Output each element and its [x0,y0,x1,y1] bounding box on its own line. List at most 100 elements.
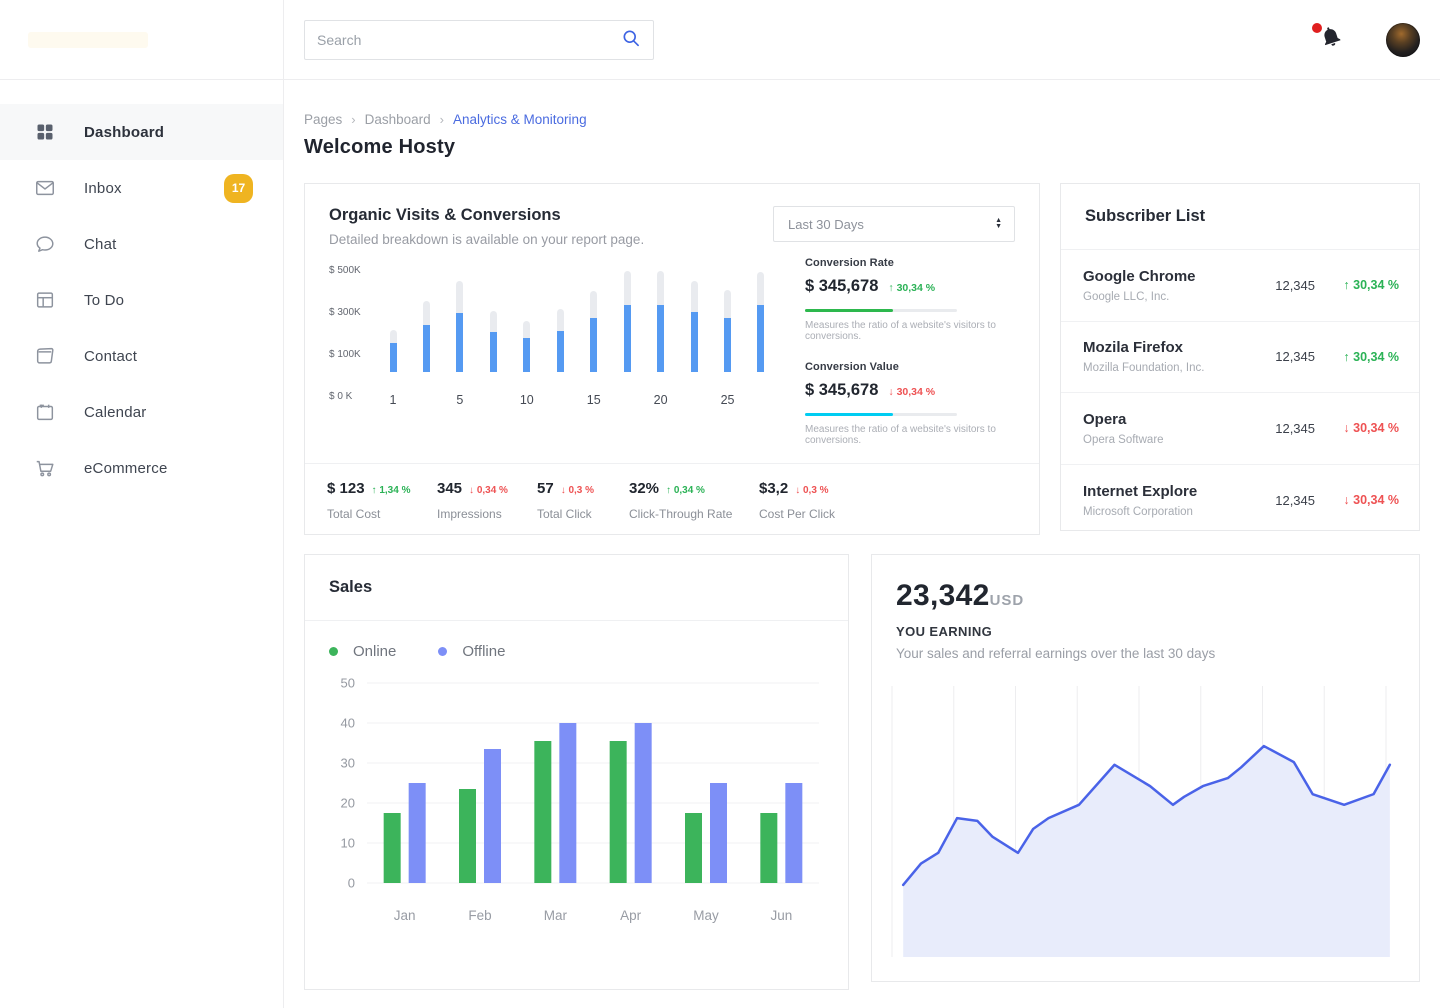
breadcrumb-item-pages[interactable]: Pages [304,112,342,127]
conversions-bar-fill [423,325,430,372]
organic-stats-row: $ 123↑ 1,34 %Total Cost345↓ 0,34 %Impres… [305,463,1039,521]
bar-slot [757,272,765,372]
stat-delta: ↓ 0,3 % [795,485,828,496]
legend-dot-icon [329,647,338,656]
subscriber-delta: ↑ 30,34 % [1315,350,1399,364]
y-axis-label: $ 0 K [329,391,352,402]
subscriber-delta: ↑ 30,34 % [1315,278,1399,292]
svg-text:10: 10 [341,836,355,851]
legend-label: Online [353,643,396,660]
sales-chart: 50403020100JanFebMarAprMayJun [319,668,824,958]
x-axis-label: 15 [590,393,598,407]
stat-value: 32% [629,480,659,497]
conversion-value-delta: ↓ 30,34 % [888,386,935,398]
conversion-panel: Conversion Rate $ 345,678 ↑ 30,34 % Meas… [805,257,1015,446]
stat-value-row: $ 123↑ 1,34 % [327,480,437,497]
conversion-rate-label: Conversion Rate [805,257,1015,269]
subscriber-company: Mozilla Foundation, Inc. [1083,362,1204,374]
subscriber-info: OperaOpera Software [1083,411,1164,446]
conversions-bar-fill [490,332,497,372]
breadcrumb-item-analytics-monitoring[interactable]: Analytics & Monitoring [453,112,587,127]
stat-value: $ 123 [327,480,365,497]
period-select[interactable]: Last 30 Days ▲▼ [773,206,1015,242]
conversions-bar-fill [724,318,731,372]
svg-text:Feb: Feb [468,908,491,923]
subscriber-row-mozila-firefox[interactable]: Mozila FirefoxMozilla Foundation, Inc.12… [1061,322,1419,394]
stat-label: Click-Through Rate [629,507,759,521]
subscriber-row-opera[interactable]: OperaOpera Software12,345↓ 30,34 % [1061,393,1419,465]
sidebar-item-chat[interactable]: Chat [0,216,283,272]
x-axis-label [690,393,698,407]
stat-value: 345 [437,480,462,497]
conversion-value-label: Conversion Value [805,361,1015,373]
conversions-bar-fill [657,305,664,372]
conversion-value-progress [805,413,957,416]
search-icon [621,28,641,51]
svg-text:0: 0 [348,876,355,891]
search-button[interactable] [609,21,653,59]
organic-bars [389,257,765,372]
earning-currency: USD [990,592,1025,609]
visits-bar [624,271,631,372]
stat-value-row: 32%↑ 0,34 % [629,480,759,497]
subscriber-info: Internet ExploreMicrosoft Corporation [1083,483,1197,518]
breadcrumb-item-dashboard[interactable]: Dashboard [365,112,431,127]
subscriber-list-card: Subscriber List Google ChromeGoogle LLC,… [1060,183,1420,531]
bar-slot [422,301,430,372]
sidebar-item-calendar[interactable]: Calendar [0,384,283,440]
earning-label: YOU EARNING [896,624,1395,639]
x-axis-label [422,393,430,407]
sidebar-item-to-do[interactable]: To Do [0,272,283,328]
sales-card: Sales OnlineOffline 50403020100JanFebMar… [304,554,849,990]
stat-label: Total Click [537,507,629,521]
topbar [284,0,1440,80]
todo-icon [34,289,56,311]
visits-bar [456,281,463,372]
conversions-bar-fill [523,338,530,372]
search-input[interactable] [305,32,609,48]
subscriber-delta: ↓ 30,34 % [1315,493,1399,507]
earning-card: 23,342 USD YOU EARNING Your sales and re… [871,554,1420,982]
bell-icon [1319,25,1343,54]
sidebar-item-label: Dashboard [84,124,164,141]
stat-impressions: 345↓ 0,34 %Impressions [437,480,537,521]
conversions-bar-fill [456,313,463,372]
x-axis-label: 10 [523,393,531,407]
x-axis-label: 1 [389,393,397,407]
subscriber-name: Mozila Firefox [1083,339,1204,356]
subscriber-row-google-chrome[interactable]: Google ChromeGoogle LLC, Inc.12,345↑ 30,… [1061,250,1419,322]
subscriber-row-internet-explore[interactable]: Internet ExploreMicrosoft Corporation12,… [1061,465,1419,537]
notifications-button[interactable] [1316,25,1346,55]
conversions-bar-fill [691,312,698,372]
bar-slot [389,330,397,372]
conversion-rate-block: Conversion Rate $ 345,678 ↑ 30,34 % Meas… [805,257,1015,342]
stat-label: Impressions [437,507,537,521]
visits-bar [523,321,530,372]
organic-visits-card: Organic Visits & Conversions Detailed br… [304,183,1040,535]
stat-value: $3,2 [759,480,788,497]
svg-text:Jan: Jan [394,908,416,923]
sidebar-item-ecommerce[interactable]: eCommerce [0,440,283,496]
sidebar-item-label: Calendar [84,404,146,421]
sidebar-item-contact[interactable]: Contact [0,328,283,384]
x-axis-label [757,393,765,407]
subscriber-company: Microsoft Corporation [1083,506,1197,518]
breadcrumb-separator: › [440,112,444,127]
bar-slot [724,290,732,372]
sidebar-item-inbox[interactable]: Inbox17 [0,160,283,216]
legend-dot-icon [438,647,447,656]
bar-slot [590,291,598,372]
organic-card-title: Organic Visits & Conversions [329,206,644,225]
sidebar-item-dashboard[interactable]: Dashboard [0,104,283,160]
subscriber-company: Google LLC, Inc. [1083,291,1196,303]
user-avatar[interactable] [1386,23,1420,57]
sidebar-item-label: Chat [84,236,117,253]
sales-legend: OnlineOffline [305,621,848,660]
organic-card-subtitle: Detailed breakdown is available on your … [329,232,644,247]
sidebar-item-label: Inbox [84,180,122,197]
breadcrumb-separator: › [351,112,355,127]
conversion-rate-delta: ↑ 30,34 % [888,282,935,294]
svg-text:May: May [693,908,719,923]
stat-value-row: 57↓ 0,3 % [537,480,629,497]
svg-text:30: 30 [341,756,355,771]
